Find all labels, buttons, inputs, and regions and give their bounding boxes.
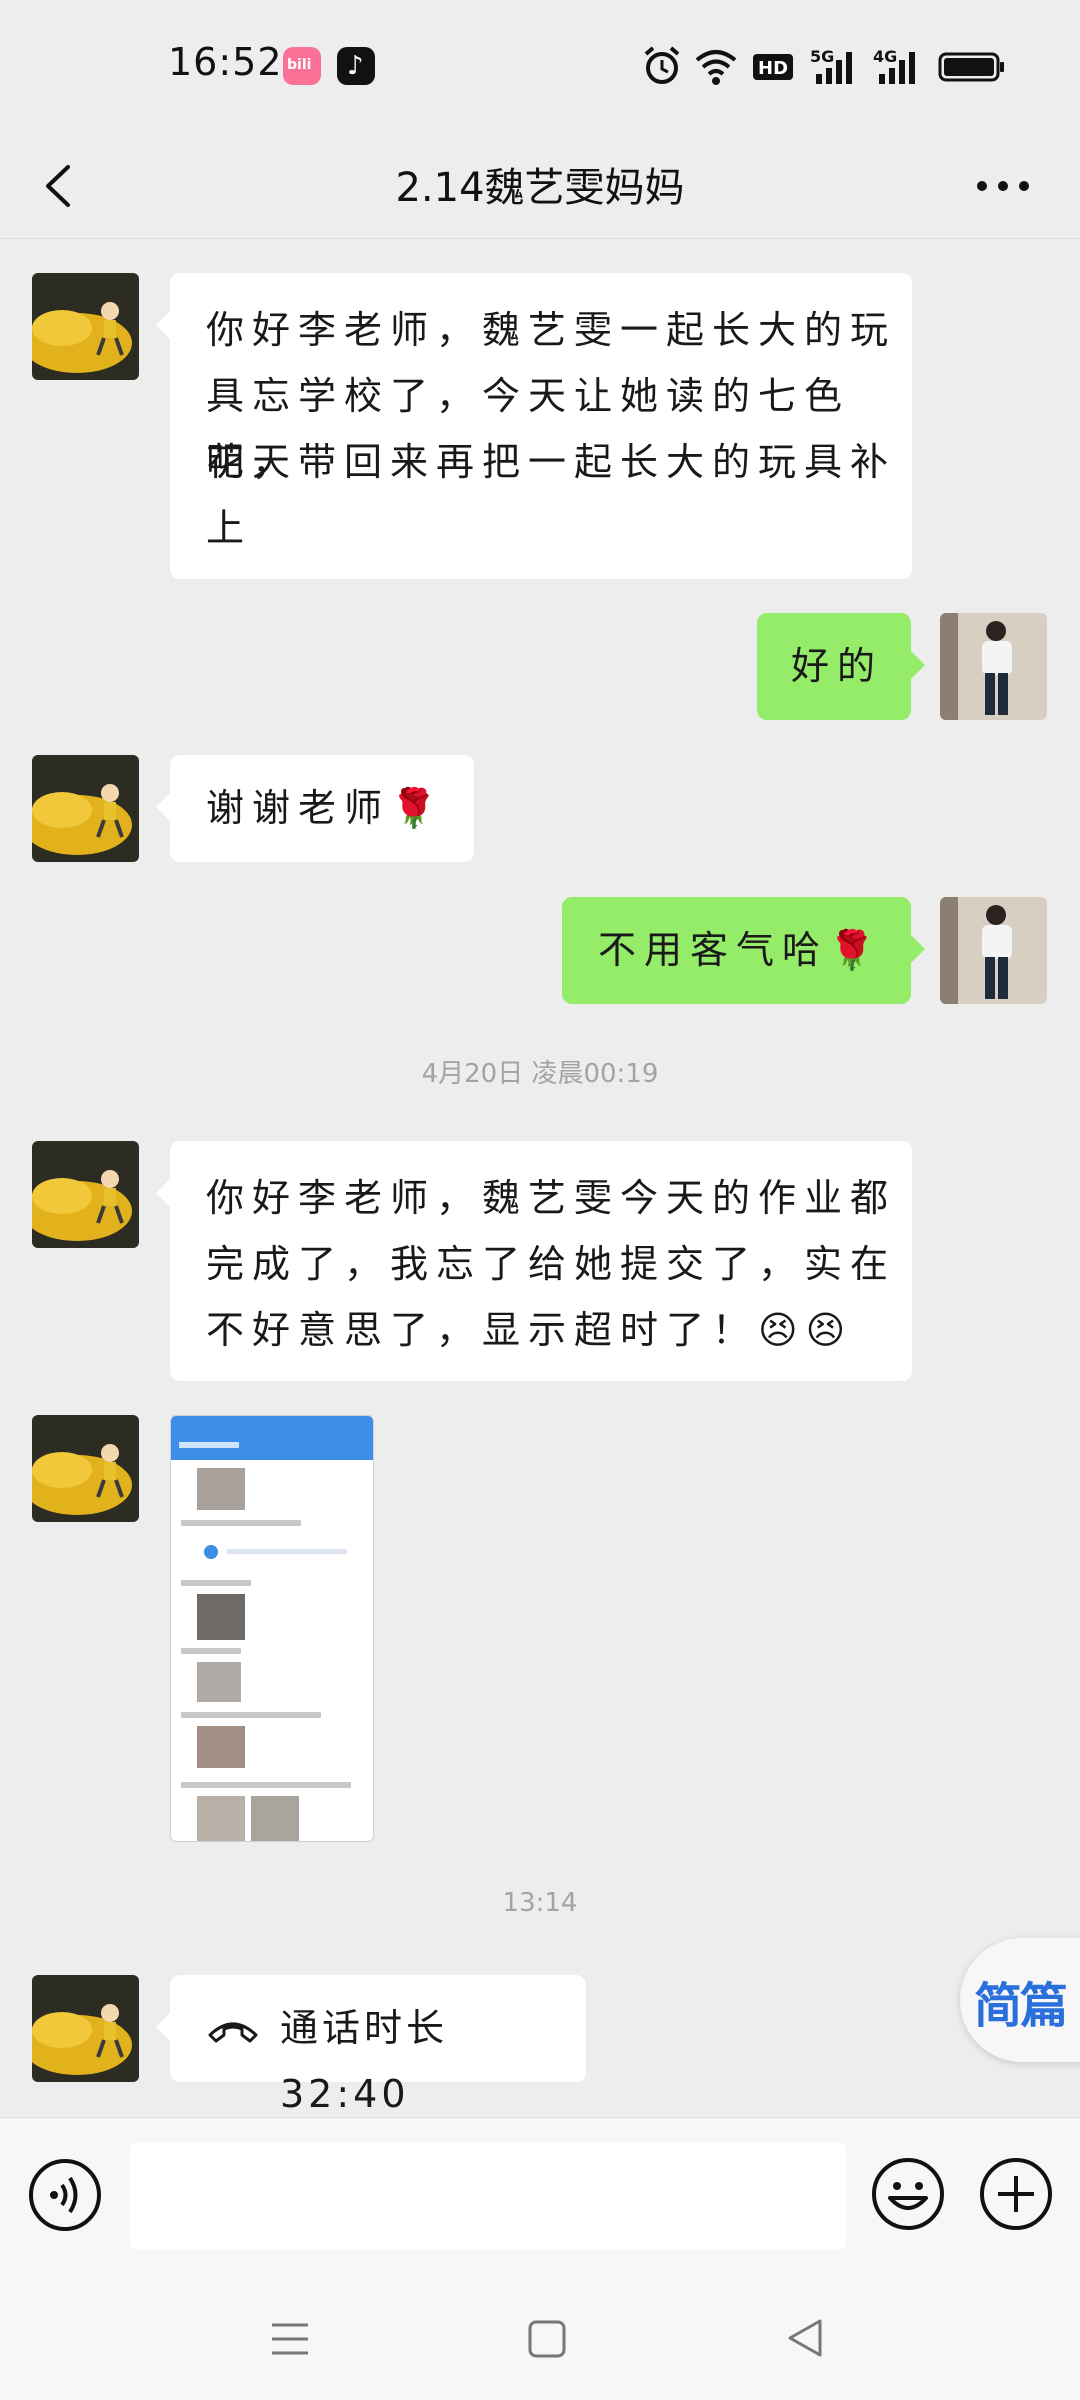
voice-icon[interactable] bbox=[28, 2158, 102, 2232]
message-line: 明天带回来再把一起长大的玩具补 bbox=[206, 440, 897, 484]
contact-avatar[interactable] bbox=[32, 273, 139, 380]
bilibili-icon bbox=[283, 47, 321, 85]
contact-avatar[interactable] bbox=[32, 1141, 139, 1248]
back-triangle-icon[interactable] bbox=[782, 2315, 828, 2361]
4g-signal-icon: 4G bbox=[873, 47, 915, 84]
svg-text:HD: HD bbox=[758, 58, 788, 79]
message-line: 你好李老师，魏艺雯一起长大的玩 bbox=[206, 308, 897, 352]
contact-avatar[interactable] bbox=[32, 1975, 139, 2082]
timestamp: 4月20日 凌晨00:19 bbox=[421, 1059, 659, 1089]
wifi-icon bbox=[695, 50, 737, 85]
message-bubble[interactable]: 谢谢老师🌹 bbox=[156, 755, 474, 862]
message-text: 好的 bbox=[791, 644, 884, 688]
message-bubble[interactable]: 好的 bbox=[757, 613, 925, 720]
screenshot-thumbnail bbox=[171, 1416, 373, 1841]
message-bubble[interactable]: 不用客气哈🌹 bbox=[562, 897, 925, 1004]
status-bar: 16:52 HD 5G 4G bbox=[0, 0, 1080, 135]
floating-widget-label: 简篇 bbox=[974, 1978, 1068, 2034]
chat-title: 2.14魏艺雯妈妈 bbox=[395, 165, 685, 211]
user-avatar[interactable] bbox=[940, 897, 1047, 1004]
emoji-icon[interactable] bbox=[870, 2156, 946, 2232]
menu-icon[interactable] bbox=[268, 2317, 312, 2361]
contact-avatar[interactable] bbox=[32, 755, 139, 862]
svg-text:5G: 5G bbox=[810, 47, 834, 66]
message-line: 完成了，我忘了给她提交了，实在 bbox=[206, 1242, 897, 1286]
message-text: 谢谢老师🌹 bbox=[206, 786, 446, 830]
call-record-bubble[interactable]: 通话时长 32:40 bbox=[156, 1975, 586, 2116]
ellipsis-icon[interactable] bbox=[968, 149, 1038, 223]
message-line: 你好李老师，魏艺雯今天的作业都 bbox=[206, 1176, 897, 1220]
status-time: 16:52 bbox=[168, 40, 283, 84]
title-bar: 2.14魏艺雯妈妈 bbox=[0, 135, 1080, 239]
user-avatar[interactable] bbox=[940, 613, 1047, 720]
plus-icon[interactable] bbox=[978, 2156, 1054, 2232]
5g-signal-icon: 5G bbox=[810, 47, 852, 84]
hd-icon: HD bbox=[753, 54, 793, 80]
alarm-icon bbox=[644, 46, 680, 84]
message-input[interactable] bbox=[130, 2142, 846, 2250]
floating-widget[interactable]: 简篇 bbox=[960, 1938, 1080, 2062]
message-bubble[interactable]: 你好李老师，魏艺雯一起长大的玩 具忘学校了，今天让她读的七色花， 明天带回来再把… bbox=[156, 273, 912, 579]
phone-icon bbox=[208, 2022, 258, 2043]
contact-avatar[interactable] bbox=[32, 1415, 139, 1522]
battery-icon bbox=[938, 52, 1004, 82]
tiktok-icon bbox=[337, 47, 375, 85]
image-message[interactable] bbox=[170, 1415, 374, 1842]
system-nav-bar bbox=[0, 2279, 1080, 2400]
home-icon[interactable] bbox=[525, 2317, 569, 2361]
message-text: 不用客气哈🌹 bbox=[598, 928, 884, 972]
message-line: 不好意思了，显示超时了！😣😣 bbox=[206, 1308, 854, 1352]
message-line: 上 bbox=[206, 506, 253, 550]
message-bubble[interactable]: 你好李老师，魏艺雯今天的作业都 完成了，我忘了给她提交了，实在 不好意思了，显示… bbox=[156, 1141, 912, 1381]
input-bar bbox=[0, 2117, 1080, 2280]
call-duration: 通话时长 32:40 bbox=[280, 2006, 449, 2116]
timestamp: 13:14 bbox=[502, 1888, 578, 1918]
svg-text:4G: 4G bbox=[873, 47, 897, 66]
